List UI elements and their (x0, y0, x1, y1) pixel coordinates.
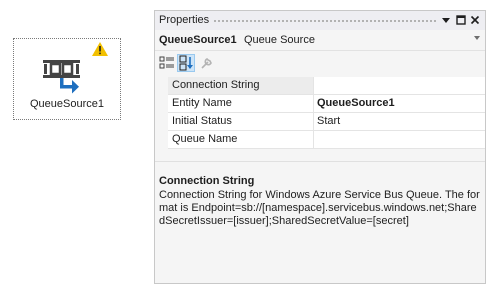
description-text: Connection String for Windows Azure Serv… (159, 189, 480, 227)
properties-window: Properties QueueSource1 Queue Source Con… (154, 10, 486, 284)
property-value[interactable]: QueueSource1 (314, 95, 485, 113)
description-title: Connection String (159, 175, 255, 187)
property-value[interactable]: Start (314, 113, 485, 131)
property-name: Entity Name (168, 95, 314, 113)
property-grid: Connection String Entity Name QueueSourc… (155, 77, 485, 149)
property-name: Connection String (168, 77, 314, 95)
drag-grip[interactable] (213, 19, 437, 23)
categorized-icon[interactable] (159, 55, 175, 71)
property-row-queue-name[interactable]: Queue Name (155, 131, 485, 149)
object-name: QueueSource1 (159, 34, 237, 46)
object-selector[interactable]: QueueSource1 Queue Source (155, 30, 485, 51)
properties-titlebar[interactable]: Properties (155, 11, 485, 30)
property-value[interactable] (314, 77, 485, 95)
object-type: Queue Source (244, 34, 315, 46)
maximize-icon[interactable] (456, 15, 466, 25)
queue-source-icon (43, 60, 80, 94)
description-splitter[interactable] (155, 161, 485, 162)
property-row-entity-name[interactable]: Entity Name QueueSource1 (155, 95, 485, 113)
properties-title: Properties (159, 14, 210, 26)
queue-source-component[interactable]: QueueSource1 (13, 38, 121, 120)
warning-icon (92, 42, 108, 56)
property-row-connection-string[interactable]: Connection String (155, 77, 485, 95)
alphabetical-button[interactable] (177, 54, 195, 72)
properties-toolbar (155, 51, 485, 75)
property-row-initial-status[interactable]: Initial Status Start (155, 113, 485, 131)
component-label: QueueSource1 (30, 98, 104, 110)
property-name: Queue Name (168, 131, 314, 149)
property-pages-icon[interactable] (199, 55, 215, 71)
description-pane: Connection String Connection String for … (159, 175, 481, 228)
property-name: Initial Status (168, 113, 314, 131)
sort-alphabetical-icon (179, 55, 193, 71)
close-icon[interactable] (470, 15, 480, 25)
dropdown-arrow-icon[interactable] (441, 15, 451, 25)
property-value[interactable] (314, 131, 485, 149)
chevron-down-icon[interactable] (474, 36, 480, 40)
